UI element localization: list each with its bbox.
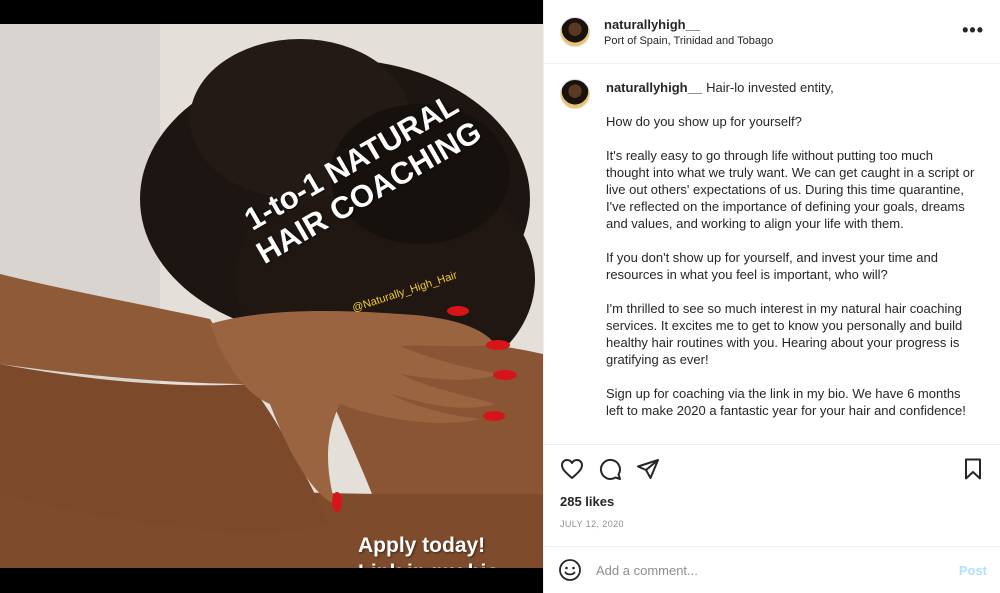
caption-paragraph: It's really easy to go through life with… (606, 148, 975, 231)
caption-body: naturallyhigh__ Hair-lo invested entity, … (606, 79, 976, 419)
heart-icon (561, 458, 583, 479)
overlay-cta: Apply today! Link in my bio (358, 532, 538, 568)
post-date[interactable]: JULY 12, 2020 (560, 519, 624, 529)
post-location[interactable]: Port of Spain, Trinidad and Tobago (604, 35, 773, 47)
bookmark-icon (965, 458, 981, 479)
comment-icon (599, 458, 621, 480)
post-details-panel: naturallyhigh__ Port of Spain, Trinidad … (543, 0, 1000, 593)
caption-paragraph: If you don't show up for yourself, and i… (606, 250, 938, 282)
comment-button[interactable] (596, 455, 624, 483)
caption-paragraph: I'm thrilled to see so much interest in … (606, 301, 963, 367)
caption-avatar[interactable] (560, 79, 590, 109)
send-icon (637, 458, 659, 479)
more-horizontal-icon: ••• (962, 20, 984, 40)
author-avatar[interactable] (560, 16, 590, 47)
action-bar (544, 444, 1000, 492)
caption-username[interactable]: naturallyhigh__ (606, 80, 702, 95)
author-username[interactable]: naturallyhigh__ (604, 17, 773, 32)
post-photo-panel: 1-to-1 NATURAL HAIR COACHING @Naturally_… (0, 0, 543, 593)
save-button[interactable] (959, 455, 987, 483)
more-options-button[interactable]: ••• (962, 20, 984, 40)
caption-comment: naturallyhigh__ Hair-lo invested entity, … (544, 65, 1000, 419)
post-image[interactable]: 1-to-1 NATURAL HAIR COACHING @Naturally_… (0, 24, 543, 568)
smiley-icon (559, 559, 581, 581)
like-button[interactable] (558, 455, 586, 483)
caption-paragraph: Sign up for coaching via the link in my … (606, 386, 966, 418)
caption-first-line: naturallyhigh__ Hair-lo invested entity, (606, 79, 976, 96)
emoji-button[interactable] (558, 558, 582, 582)
overlay-cta-line1: Apply today! (358, 534, 486, 557)
caption-scroll-area[interactable]: naturallyhigh__ Hair-lo invested entity, … (544, 65, 1000, 445)
author-info: naturallyhigh__ Port of Spain, Trinidad … (604, 17, 773, 47)
caption-paragraph: How do you show up for yourself? (606, 114, 802, 129)
caption-first-text: Hair-lo invested entity, (706, 80, 834, 95)
post-header: naturallyhigh__ Port of Spain, Trinidad … (544, 0, 1000, 64)
comment-input[interactable] (596, 562, 959, 578)
add-comment-bar: Post (544, 546, 1000, 593)
share-button[interactable] (634, 455, 662, 483)
post-comment-button[interactable]: Post (959, 563, 987, 578)
likes-count[interactable]: 285 likes (560, 494, 614, 509)
overlay-cta-line2: Link in my bio (358, 559, 538, 568)
